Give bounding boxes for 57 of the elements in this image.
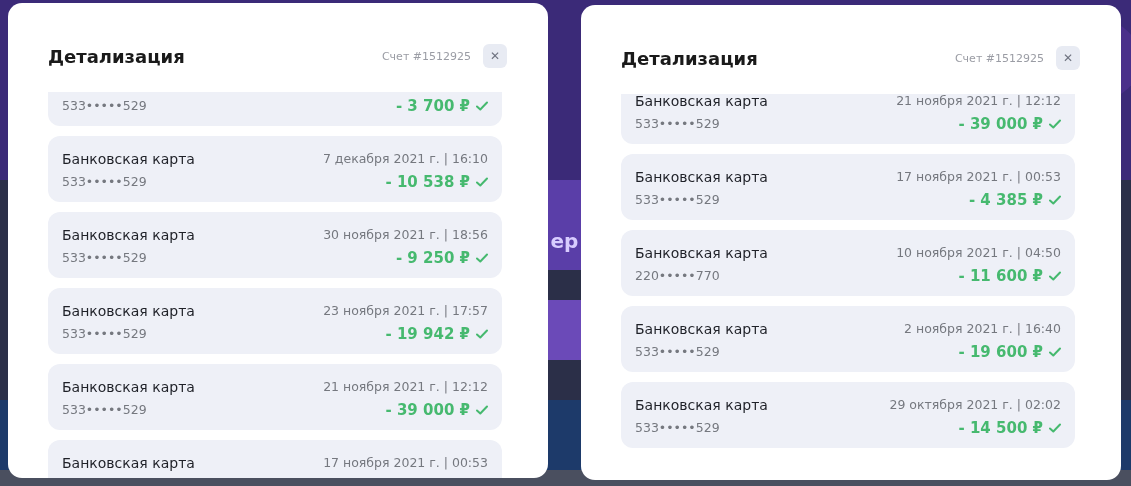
account-number: Счет #1512925 (381, 49, 471, 63)
transaction-date: 23 ноября 2021 г. | 17:57 (323, 303, 488, 318)
transaction-date: 21 ноября 2021 г. | 12:12 (323, 379, 488, 394)
card-number: 533•••••529 (635, 344, 720, 359)
check-icon (476, 100, 488, 111)
transaction-date: 10 ноября 2021 г. | 04:50 (896, 245, 1061, 260)
check-icon (476, 328, 488, 339)
card-number: 533•••••529 (635, 116, 720, 131)
check-icon (476, 176, 488, 187)
payment-method: Банковская карта (62, 150, 195, 167)
check-icon (476, 404, 488, 415)
check-icon (476, 252, 488, 263)
transaction-date: 2 ноября 2021 г. | 16:40 (904, 321, 1061, 336)
card-number: 533•••••529 (62, 326, 147, 341)
check-icon (1049, 194, 1061, 205)
close-button[interactable]: ✕ (1056, 46, 1080, 70)
transaction-amount: - 14 500 ₽ (958, 418, 1043, 437)
close-button[interactable]: ✕ (483, 44, 507, 68)
transaction-amount: - 11 600 ₽ (958, 266, 1043, 285)
transaction-amount: - 19 600 ₽ (958, 342, 1043, 361)
backdrop-text: ер (550, 228, 579, 253)
check-icon (1049, 346, 1061, 357)
check-icon (1049, 118, 1061, 129)
transaction-date: 30 ноября 2021 г. | 18:56 (323, 227, 488, 242)
card-number: 533•••••529 (62, 174, 147, 189)
card-number: 533•••••529 (635, 420, 720, 435)
payment-method: Банковская карта (635, 320, 768, 337)
payment-method: Банковская карта (62, 454, 195, 471)
card-number: 220•••••770 (635, 268, 720, 283)
transaction-amount: - 3 700 ₽ (395, 96, 470, 115)
transaction-date: 29 октября 2021 г. | 02:02 (889, 397, 1061, 412)
payment-method: Банковская карта (635, 396, 768, 413)
dialog-title: Детализация (621, 47, 759, 69)
transaction-amount: - 9 250 ₽ (395, 248, 470, 267)
card-number: 533•••••529 (62, 250, 147, 265)
transaction-date: 21 ноября 2021 г. | 12:12 (896, 94, 1061, 108)
transaction-amount: - 4 385 ₽ (968, 190, 1043, 209)
dialog-title: Детализация (48, 45, 186, 67)
transaction-amount: - 19 942 ₽ (385, 324, 470, 343)
payment-method: Банковская карта (62, 226, 195, 243)
transaction-amount: - 39 000 ₽ (385, 400, 470, 419)
payment-method: Банковская карта (62, 378, 195, 395)
payment-method: Банковская карта (635, 244, 768, 261)
check-icon (1049, 270, 1061, 281)
card-number: 533•••••529 (635, 192, 720, 207)
account-number: Счет #1512925 (954, 51, 1044, 65)
card-number: 533•••••529 (62, 98, 147, 113)
transaction-date: 7 декабря 2021 г. | 16:10 (322, 151, 488, 166)
transaction-amount: - 39 000 ₽ (958, 114, 1043, 133)
payment-method: Банковская карта (635, 168, 768, 185)
card-number: 533•••••529 (62, 402, 147, 417)
payment-method: Банковская карта (62, 302, 195, 319)
transaction-date: 17 ноября 2021 г. | 00:53 (323, 455, 488, 470)
transaction-date: 17 ноября 2021 г. | 00:53 (896, 169, 1061, 184)
transaction-amount: - 10 538 ₽ (385, 172, 470, 191)
payment-method: Банковская карта (635, 94, 768, 109)
check-icon (1049, 422, 1061, 433)
